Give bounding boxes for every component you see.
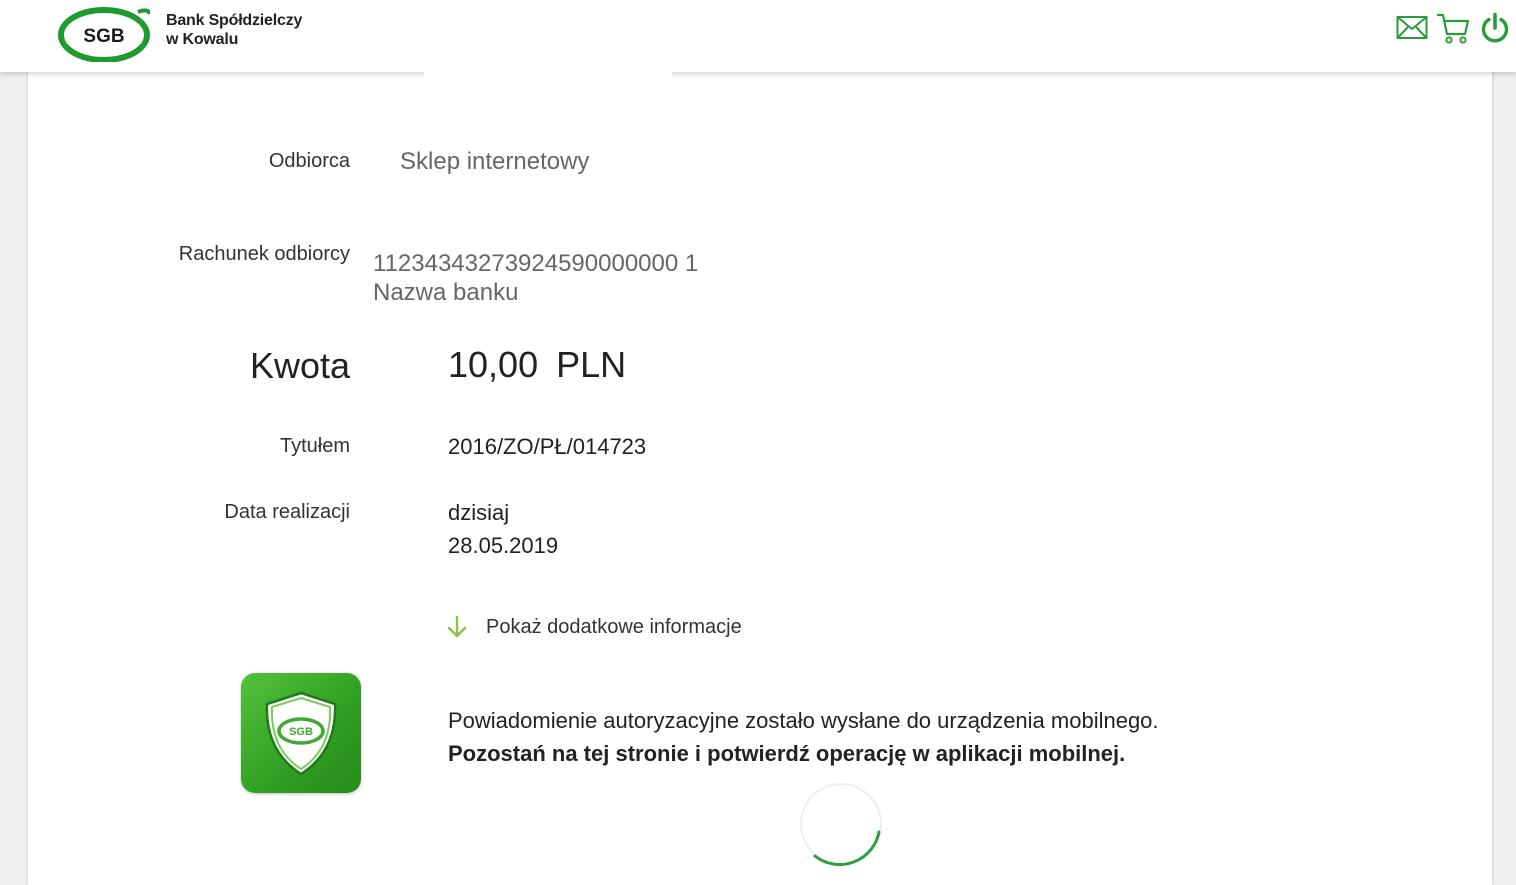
logo-text: SGB [83,26,124,47]
bank-name-line1: Bank Spółdzielczy [166,12,303,29]
power-icon[interactable] [1480,12,1510,49]
amount-currency: PLN [556,344,627,385]
cart-icon[interactable] [1436,12,1470,49]
account-label: Rachunek odbiorcy [178,243,350,265]
tab-remnant [424,72,672,80]
recipient-value: Sklep internetowy [400,148,590,175]
authorization-notice: Powiadomienie autoryzacyjne zostało wysł… [448,704,1159,770]
sgb-logo[interactable]: SGB [58,4,150,62]
amount: 10,00 PLN [448,344,626,386]
title-label: Tytułem [279,435,350,457]
arrow-down-icon [447,615,467,638]
app-logo-text: SGB [289,726,313,738]
top-header: SGB Bank Spółdzielczy w Kowalu [0,0,1516,72]
loading-spinner-icon [800,783,882,866]
bank-name-line2: w Kowalu [166,31,239,48]
account-number: 11234343273924590000000 1 [373,250,699,277]
date-value-line2: 28.05.2019 [448,533,559,558]
show-more-info-label: Pokaż dodatkowe informacje [486,615,742,638]
header-icons [1396,12,1510,48]
show-more-info-toggle[interactable]: Pokaż dodatkowe informacje [444,614,742,640]
bank-name: Bank Spółdzielczy w Kowalu [166,11,302,49]
recipient-label: Odbiorca [268,150,350,172]
authorization-message-line1: Powiadomienie autoryzacyjne zostało wysł… [448,708,1159,733]
date-label: Data realizacji [224,501,350,523]
date-value-line1: dzisiaj [448,500,510,525]
amount-label: Kwota [249,345,350,386]
mail-icon[interactable] [1396,15,1428,46]
amount-value: 10,00 [448,344,539,385]
shield-icon: SGB [265,691,337,776]
bank-name-value: Nazwa banku [373,279,519,306]
mobile-app-badge: SGB [241,673,361,793]
authorization-message-line2: Pozostań na tej stronie i potwierdź oper… [448,741,1126,766]
title-value: 2016/ZO/PŁ/014723 [448,434,647,459]
